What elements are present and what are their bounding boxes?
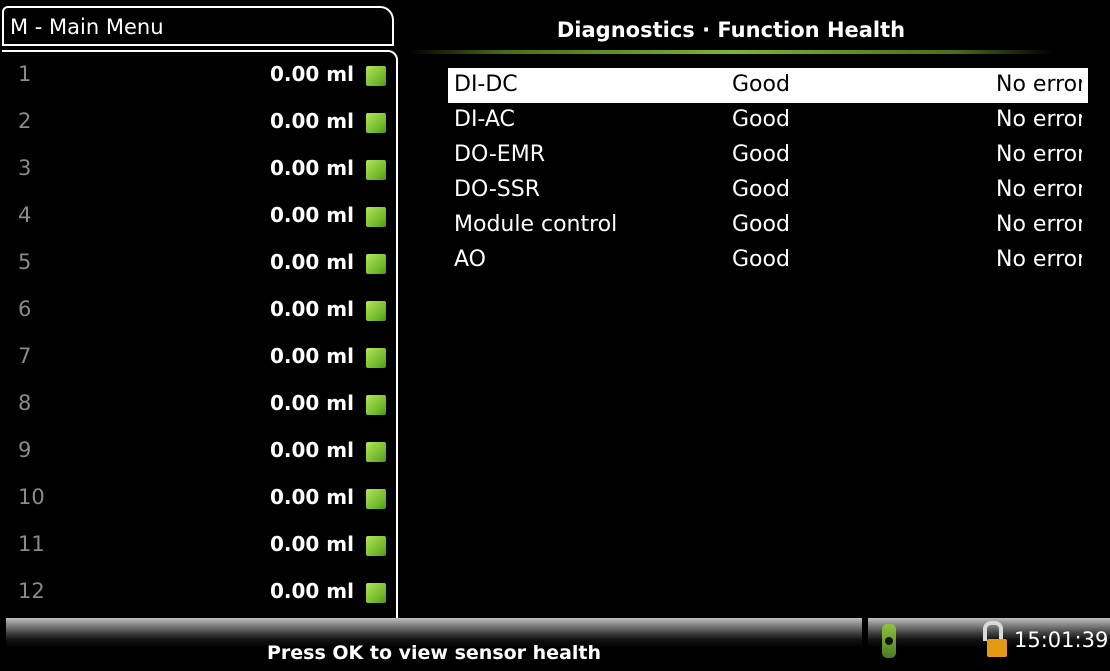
function-status: Good: [732, 107, 790, 132]
diagnostic-row[interactable]: Module control Good No error: [448, 208, 1088, 243]
status-bar: 15:01:39: [868, 618, 1110, 671]
function-name: DO-EMR: [454, 142, 545, 167]
status-indicator-icon: [366, 348, 386, 368]
diagnostic-row[interactable]: DI-DC Good No error: [448, 68, 1088, 103]
channel-item[interactable]: 4 0.00 ml: [2, 193, 394, 239]
channel-value: 0.00 ml: [269, 297, 354, 321]
channel-value: 0.00 ml: [269, 156, 354, 180]
channel-list: 1 0.00 ml 2 0.00 ml 3 0.00 ml 4 0.00 ml …: [2, 50, 398, 618]
function-error: No error: [996, 107, 1082, 132]
channel-number: 4: [18, 203, 32, 227]
channel-item[interactable]: 9 0.00 ml: [2, 428, 394, 474]
main-menu-title: M - Main Menu: [10, 15, 164, 39]
status-indicator-icon: [366, 301, 386, 321]
status-indicator-icon: [366, 442, 386, 462]
function-name: Module control: [454, 212, 618, 237]
channel-number: 5: [18, 250, 32, 274]
function-error: No error: [996, 142, 1082, 167]
channel-number: 1: [18, 62, 32, 86]
status-indicator-icon: [366, 395, 386, 415]
diagnostic-row[interactable]: DO-EMR Good No error: [448, 138, 1088, 173]
main-menu-tab[interactable]: M - Main Menu: [2, 6, 394, 46]
channel-item[interactable]: 5 0.00 ml: [2, 240, 394, 286]
status-indicator-icon: [366, 66, 386, 86]
channel-number: 11: [18, 532, 45, 556]
function-error: No error: [996, 247, 1082, 272]
channel-value: 0.00 ml: [269, 250, 354, 274]
channel-number: 6: [18, 297, 32, 321]
footer-message: Press OK to view sensor health: [266, 642, 602, 664]
page-title: Diagnostics · Function Health: [556, 18, 906, 42]
channel-number: 10: [18, 485, 45, 509]
channel-number: 12: [18, 579, 45, 603]
channel-item[interactable]: 12 0.00 ml: [2, 569, 394, 615]
status-indicator-icon: [366, 207, 386, 227]
diagnostic-row[interactable]: DI-AC Good No error: [448, 103, 1088, 138]
function-name: DI-AC: [454, 107, 515, 132]
function-status: Good: [732, 212, 790, 237]
channel-number: 9: [18, 438, 32, 462]
status-indicator-icon: [366, 254, 386, 274]
channel-value: 0.00 ml: [269, 109, 354, 133]
channel-number: 2: [18, 109, 32, 133]
channel-value: 0.00 ml: [269, 438, 354, 462]
title-divider: [408, 50, 1054, 54]
function-name: DI-DC: [454, 72, 518, 97]
device-icon: [882, 624, 896, 658]
function-status: Good: [732, 72, 790, 97]
diagnostic-row[interactable]: DO-SSR Good No error: [448, 173, 1088, 208]
channel-number: 7: [18, 344, 32, 368]
status-indicator-icon: [366, 536, 386, 556]
channel-value: 0.00 ml: [269, 344, 354, 368]
function-status: Good: [732, 247, 790, 272]
function-error: No error: [996, 177, 1082, 202]
status-indicator-icon: [366, 489, 386, 509]
channel-item[interactable]: 11 0.00 ml: [2, 522, 394, 568]
channel-value: 0.00 ml: [269, 203, 354, 227]
channel-value: 0.00 ml: [269, 62, 354, 86]
channel-item[interactable]: 1 0.00 ml: [2, 52, 394, 98]
channel-item[interactable]: 7 0.00 ml: [2, 334, 394, 380]
channel-number: 3: [18, 156, 32, 180]
channel-item[interactable]: 8 0.00 ml: [2, 381, 394, 427]
channel-value: 0.00 ml: [269, 532, 354, 556]
function-error: No error: [996, 212, 1082, 237]
diagnostic-row[interactable]: AO Good No error: [448, 243, 1088, 278]
function-status: Good: [732, 142, 790, 167]
status-indicator-icon: [366, 160, 386, 180]
function-status: Good: [732, 177, 790, 202]
channel-item[interactable]: 3 0.00 ml: [2, 146, 394, 192]
channel-value: 0.00 ml: [269, 579, 354, 603]
function-name: DO-SSR: [454, 177, 541, 202]
unlocked-lock-icon[interactable]: [983, 621, 1009, 661]
channel-value: 0.00 ml: [269, 485, 354, 509]
function-error: No error: [996, 72, 1082, 97]
status-indicator-icon: [366, 113, 386, 133]
channel-item[interactable]: 2 0.00 ml: [2, 99, 394, 145]
channel-number: 8: [18, 391, 32, 415]
function-name: AO: [454, 247, 486, 272]
clock: 15:01:39: [1014, 628, 1109, 652]
channel-item[interactable]: 10 0.00 ml: [2, 475, 394, 521]
status-indicator-icon: [366, 583, 386, 603]
footer-bar: Press OK to view sensor health: [6, 618, 862, 671]
channel-value: 0.00 ml: [269, 391, 354, 415]
channel-item[interactable]: 6 0.00 ml: [2, 287, 394, 333]
